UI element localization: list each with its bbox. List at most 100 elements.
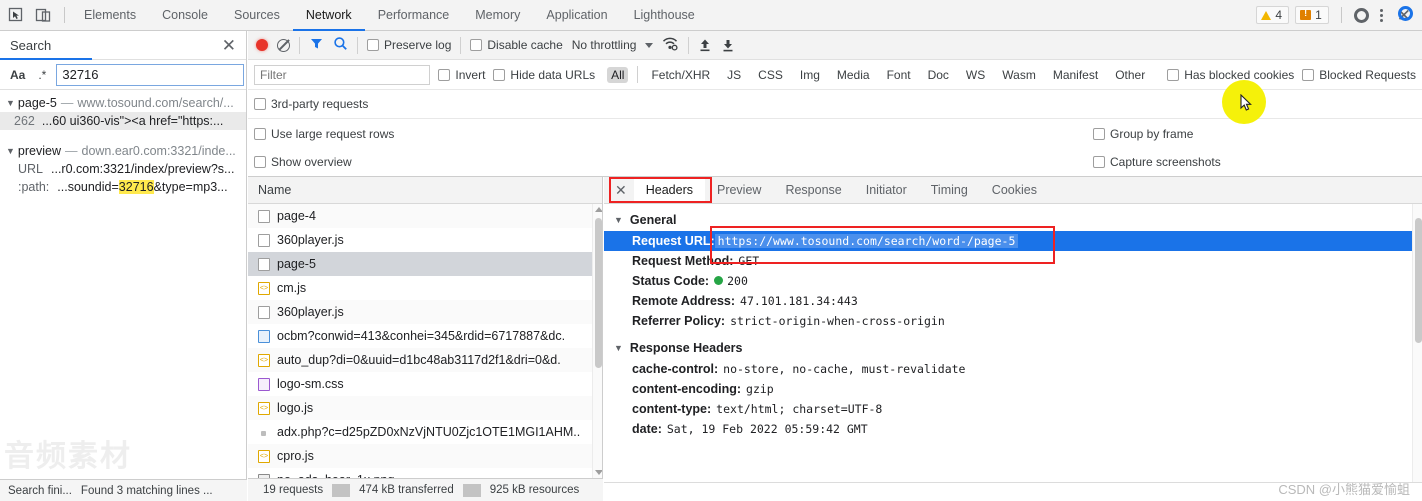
js-file-icon: <>: [258, 449, 270, 463]
issues-count-badge[interactable]: 1: [1295, 6, 1329, 24]
request-row[interactable]: <> auto_dup?di=0&uuid=d1bc48ab3117d2f1&dr…: [248, 348, 602, 372]
has-blocked-cookies-checkbox[interactable]: Has blocked cookies: [1167, 68, 1294, 82]
show-overview-checkbox[interactable]: Show overview: [254, 155, 352, 169]
search-result-group-2[interactable]: ▼ preview — down.ear0.com:3321/inde...: [0, 142, 246, 160]
network-conditions-icon[interactable]: [662, 36, 679, 54]
request-row[interactable]: no_ads_hear_1x.png: [248, 468, 602, 478]
request-row-selected[interactable]: page-5: [248, 252, 602, 276]
large-request-rows-checkbox[interactable]: Use large request rows: [254, 127, 394, 141]
tab-network[interactable]: Network: [293, 0, 365, 31]
tab-memory[interactable]: Memory: [462, 0, 533, 31]
chevron-down-icon-throttle[interactable]: [645, 42, 654, 48]
inspect-element-icon[interactable]: [8, 7, 25, 24]
tab-application[interactable]: Application: [533, 0, 620, 31]
response-header-row[interactable]: cache-control: no-store, no-cache, must-…: [604, 359, 1422, 379]
filter-type-doc[interactable]: Doc: [924, 67, 953, 83]
response-headers-section-header[interactable]: ▼ Response Headers: [604, 337, 1422, 359]
css-file-icon: [258, 377, 270, 391]
remote-address-row[interactable]: Remote Address: 47.101.181.34:443: [604, 291, 1422, 311]
status-code-row[interactable]: Status Code: 200: [604, 271, 1422, 291]
response-header-row[interactable]: content-type: text/html; charset=UTF-8: [604, 399, 1422, 419]
capture-screenshots-checkbox[interactable]: Capture screenshots: [1093, 155, 1221, 169]
device-toolbar-icon[interactable]: [35, 7, 52, 24]
tab-sources[interactable]: Sources: [221, 0, 293, 31]
details-scrollbar[interactable]: [1412, 204, 1422, 501]
tab-headers[interactable]: Headers: [633, 177, 705, 203]
tab-cookies[interactable]: Cookies: [980, 177, 1049, 203]
tab-lighthouse[interactable]: Lighthouse: [621, 0, 708, 31]
filter-type-wasm[interactable]: Wasm: [998, 67, 1040, 83]
filter-icon[interactable]: [309, 36, 324, 54]
request-list-scrollbar[interactable]: [592, 204, 602, 478]
filter-type-media[interactable]: Media: [833, 67, 874, 83]
filter-type-other[interactable]: Other: [1111, 67, 1149, 83]
request-row[interactable]: <> cpro.js: [248, 444, 602, 468]
export-har-icon[interactable]: [721, 38, 735, 53]
tab-elements[interactable]: Elements: [71, 0, 149, 31]
request-row[interactable]: ocbm?conwid=413&conhei=345&rdid=6717887&…: [248, 324, 602, 348]
search-close-icon[interactable]: ✕: [220, 37, 238, 54]
response-header-row[interactable]: date: Sat, 19 Feb 2022 05:59:42 GMT: [604, 419, 1422, 439]
filter-input[interactable]: [254, 64, 431, 85]
request-row[interactable]: <> cm.js: [248, 276, 602, 300]
group-by-frame-checkbox[interactable]: Group by frame: [1093, 127, 1193, 141]
filter-type-font[interactable]: Font: [883, 67, 915, 83]
filter-type-css[interactable]: CSS: [754, 67, 787, 83]
disable-cache-checkbox[interactable]: Disable cache: [470, 38, 563, 52]
throttling-select[interactable]: No throttling: [572, 38, 637, 52]
search-result-sub-url[interactable]: URL ...r0.com:3321/index/preview?s...: [0, 160, 246, 178]
scroll-down-icon[interactable]: [595, 470, 602, 475]
import-har-icon[interactable]: [698, 38, 712, 53]
invert-checkbox[interactable]: Invert: [438, 68, 485, 82]
request-row[interactable]: <> logo.js: [248, 396, 602, 420]
request-row[interactable]: 360player.js: [248, 300, 602, 324]
search-result-sub-path[interactable]: :path: ...soundid=32716&type=mp3...: [0, 178, 246, 196]
regex-button[interactable]: .*: [35, 67, 49, 83]
match-case-button[interactable]: Aa: [7, 67, 28, 83]
search-panel-title: Search: [10, 37, 52, 53]
scroll-up-icon[interactable]: [595, 207, 602, 212]
tab-performance[interactable]: Performance: [365, 0, 463, 31]
details-close-icon[interactable]: ✕: [608, 177, 634, 203]
chevron-down-icon-2: ▼: [6, 146, 15, 156]
filter-type-all[interactable]: All: [607, 66, 629, 83]
tab-preview[interactable]: Preview: [705, 177, 773, 203]
scrollbar-thumb[interactable]: [595, 218, 602, 368]
gear-icon[interactable]: [1353, 7, 1369, 23]
general-section-header[interactable]: ▼ General: [604, 209, 1422, 231]
kebab-menu-icon[interactable]: [1375, 8, 1389, 23]
response-header-row[interactable]: content-encoding: gzip: [604, 379, 1422, 399]
search-result-group[interactable]: ▼ page-5 — www.tosound.com/search/...: [0, 94, 246, 112]
blocked-requests-box: [1302, 68, 1315, 81]
search-result-line[interactable]: 262 ...60 ui360-vis"><a href="https:...: [0, 112, 246, 130]
tab-console[interactable]: Console: [149, 0, 221, 31]
details-scrollbar-thumb[interactable]: [1415, 218, 1422, 343]
request-row[interactable]: adx.php?c=d25pZD0xNzVjNTU0Zjc1OTE1MGI1AH…: [248, 420, 602, 444]
tab-initiator[interactable]: Initiator: [854, 177, 919, 203]
tab-response[interactable]: Response: [773, 177, 853, 203]
hide-data-urls-checkbox[interactable]: Hide data URLs: [493, 68, 595, 82]
network-settings-gear-icon[interactable]: [1398, 6, 1413, 21]
third-party-requests-checkbox[interactable]: 3rd-party requests: [254, 97, 368, 111]
tab-timing[interactable]: Timing: [919, 177, 980, 203]
referrer-policy-row[interactable]: Referrer Policy: strict-origin-when-cros…: [604, 311, 1422, 331]
filter-type-fetch-xhr[interactable]: Fetch/XHR: [647, 67, 714, 83]
request-method-row[interactable]: Request Method: GET: [604, 251, 1422, 271]
request-row[interactable]: 360player.js: [248, 228, 602, 252]
filter-type-img[interactable]: Img: [796, 67, 824, 83]
filter-divider: [637, 66, 639, 83]
preserve-log-checkbox[interactable]: Preserve log: [367, 38, 451, 52]
warning-count-badge[interactable]: 4: [1256, 6, 1290, 24]
filter-type-ws[interactable]: WS: [962, 67, 989, 83]
search-icon[interactable]: [333, 36, 348, 54]
search-input[interactable]: [56, 63, 245, 86]
record-button[interactable]: [256, 39, 268, 51]
request-row[interactable]: logo-sm.css: [248, 372, 602, 396]
blocked-requests-checkbox[interactable]: Blocked Requests: [1302, 68, 1416, 82]
request-row[interactable]: page-4: [248, 204, 602, 228]
path-value-prefix: ...soundid=: [57, 180, 119, 194]
filter-type-js[interactable]: JS: [723, 67, 745, 83]
request-url-row[interactable]: Request URL: https://www.tosound.com/sea…: [604, 231, 1422, 251]
filter-type-manifest[interactable]: Manifest: [1049, 67, 1102, 83]
clear-button[interactable]: [277, 38, 290, 52]
